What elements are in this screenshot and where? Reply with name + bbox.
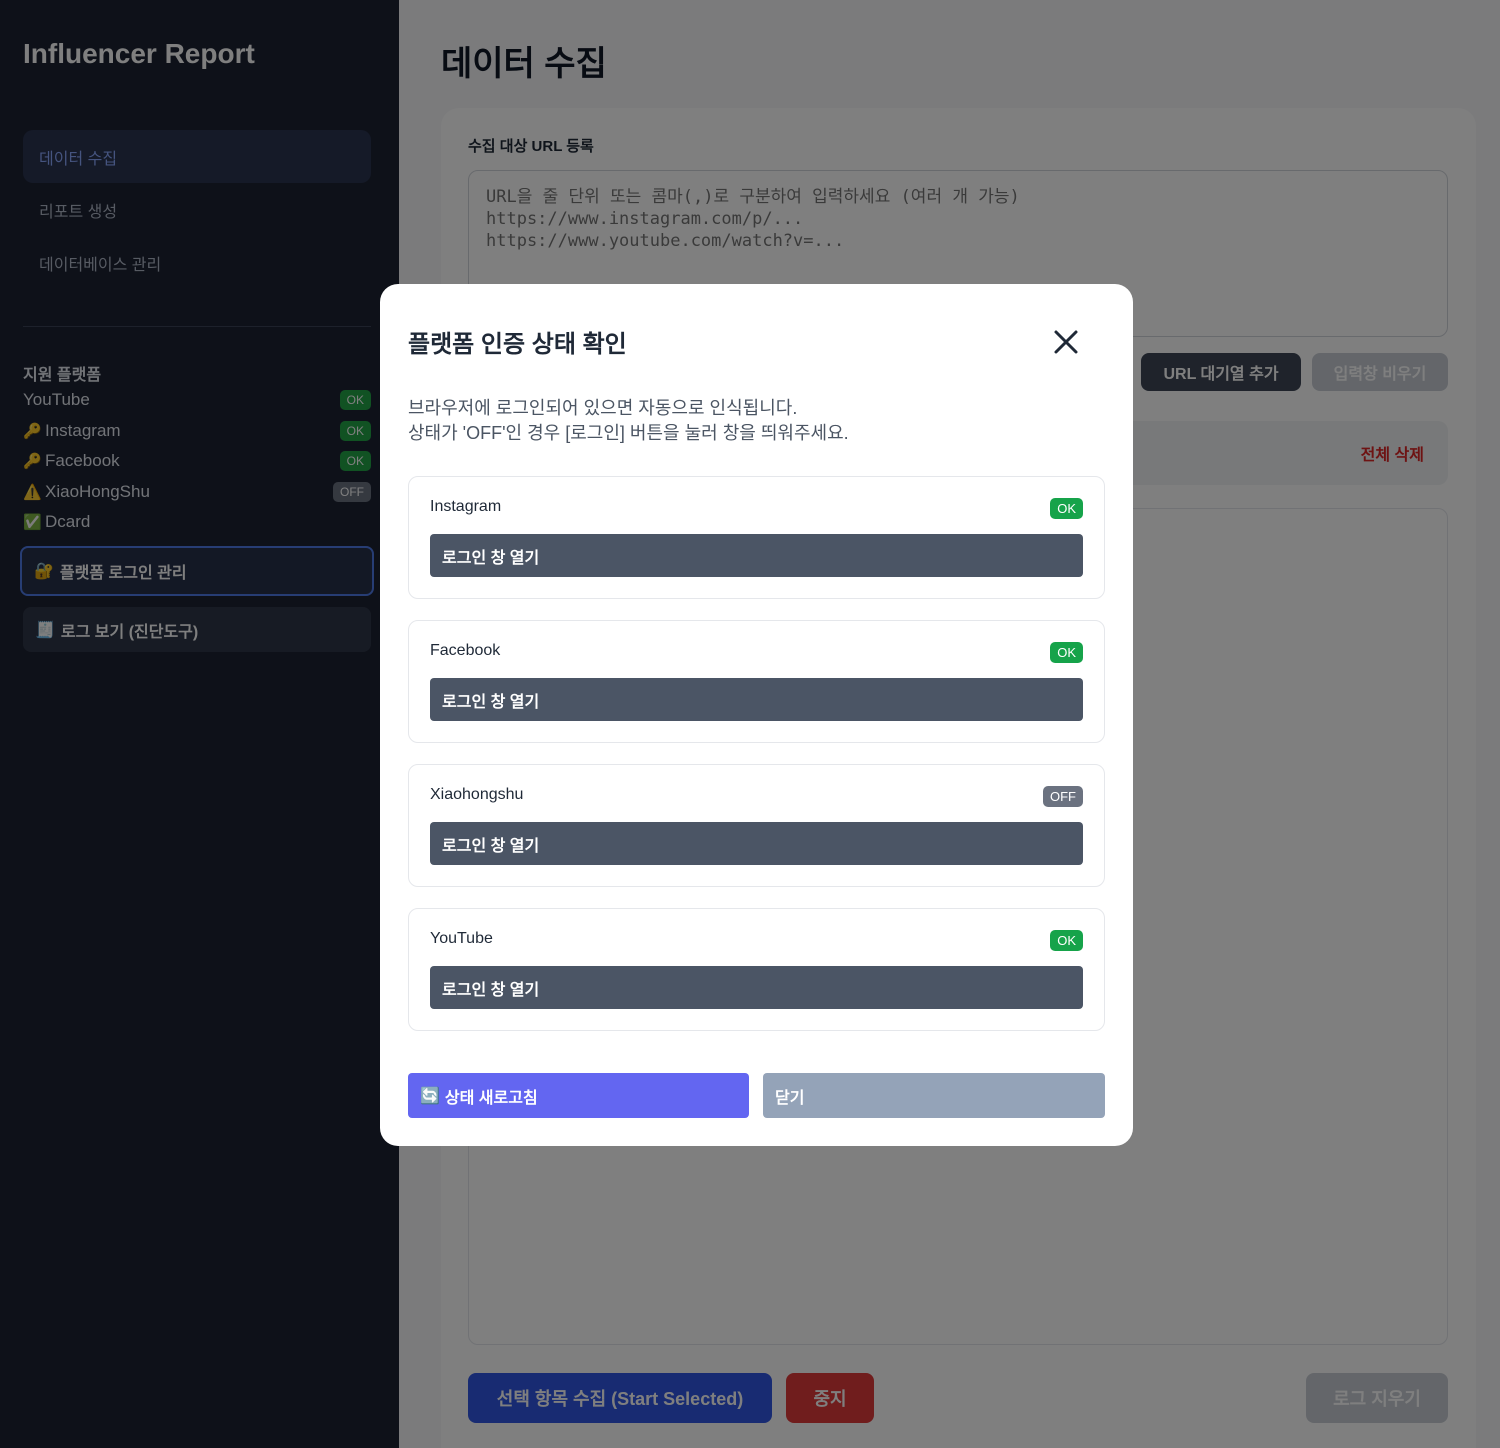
status-badge: OK [1050,498,1083,519]
platform-name: Facebook [430,642,501,659]
refresh-label: 상태 새로고침 [444,1089,538,1107]
close-button[interactable]: 닫기 [763,1073,1105,1118]
platform-card-youtube: YouTube OK 로그인 창 열기 [408,908,1105,1031]
modal-title: 플랫폼 인증 상태 확인 [408,331,627,358]
status-badge: OK [1050,930,1083,951]
refresh-icon: 🔄 [420,1087,440,1105]
platform-name: YouTube [430,930,493,947]
status-badge: OK [1050,642,1083,663]
platform-card-instagram: Instagram OK 로그인 창 열기 [408,476,1105,599]
platform-card-xiaohongshu: Xiaohongshu OFF 로그인 창 열기 [408,764,1105,887]
open-login-window-button[interactable]: 로그인 창 열기 [430,822,1083,865]
platform-name: Xiaohongshu [430,786,524,803]
close-icon[interactable] [1052,328,1080,356]
modal-description: 브라우저에 로그인되어 있으면 자동으로 인식됩니다. 상태가 'OFF'인 경… [408,396,849,446]
refresh-status-button[interactable]: 🔄 상태 새로고침 [408,1073,749,1118]
description-line: 브라우저에 로그인되어 있으면 자동으로 인식됩니다. [408,398,798,418]
description-line: 상태가 'OFF'인 경우 [로그인] 버튼을 눌러 창을 띄워주세요. [408,423,849,443]
status-badge: OFF [1043,786,1083,807]
open-login-window-button[interactable]: 로그인 창 열기 [430,534,1083,577]
platform-card-facebook: Facebook OK 로그인 창 열기 [408,620,1105,743]
open-login-window-button[interactable]: 로그인 창 열기 [430,678,1083,721]
open-login-window-button[interactable]: 로그인 창 열기 [430,966,1083,1009]
platform-name: Instagram [430,498,502,515]
auth-status-modal: 플랫폼 인증 상태 확인 브라우저에 로그인되어 있으면 자동으로 인식됩니다.… [380,284,1133,1146]
